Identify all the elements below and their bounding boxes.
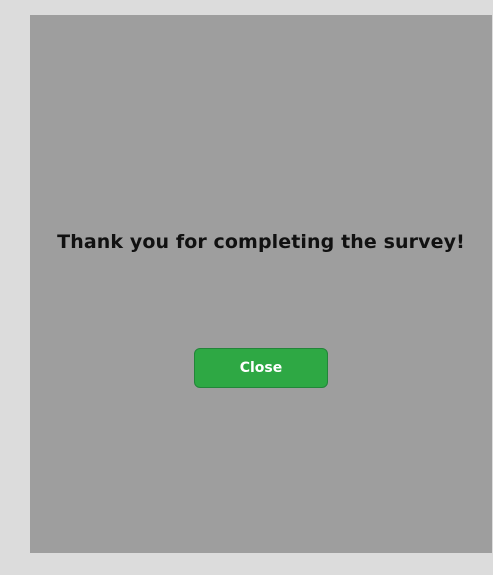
completion-message: Thank you for completing the survey! — [57, 231, 465, 253]
survey-completion-panel: Thank you for completing the survey! Clo… — [30, 15, 492, 553]
close-button[interactable]: Close — [194, 348, 328, 388]
page-background: Thank you for completing the survey! Clo… — [0, 0, 493, 575]
